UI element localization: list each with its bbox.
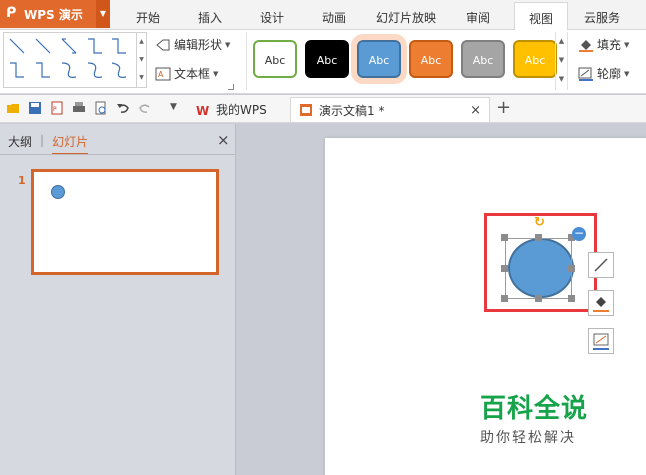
scroll-up-icon[interactable]: ▲	[556, 32, 567, 51]
slides-panel: 大纲 | 幻灯片 × 1	[0, 124, 236, 475]
shape-style-3[interactable]: Abc	[351, 34, 407, 84]
pen-outline-icon	[578, 67, 594, 81]
app-menu-button[interactable]: ᑭ WPS 演示 ▼	[0, 0, 110, 28]
menu-review[interactable]: 审阅	[466, 9, 490, 26]
text-box-label: 文本框	[174, 67, 211, 81]
scroll-down-icon[interactable]: ▼	[137, 51, 146, 69]
gallery-expand-icon[interactable]: ▼	[137, 69, 146, 87]
fill-button[interactable]: 填充 ▼	[578, 36, 629, 53]
chevron-down-icon: ▼	[624, 40, 630, 49]
chevron-down-icon: ▼	[225, 40, 231, 49]
menu-start[interactable]: 开始	[136, 9, 160, 26]
shape-style-1[interactable]: Abc	[253, 40, 297, 78]
shape-style-4[interactable]: Abc	[409, 40, 453, 78]
redo-icon[interactable]	[138, 101, 152, 115]
close-panel-icon[interactable]: ×	[217, 131, 230, 149]
shape-edit-tool-button[interactable]	[588, 252, 614, 278]
text-box-icon: A	[155, 67, 171, 81]
edit-shape-button[interactable]: 编辑形状 ▼	[155, 36, 230, 53]
shape-outline-tool-button[interactable]	[588, 328, 614, 354]
panel-tab-separator: |	[40, 133, 45, 147]
save-icon[interactable]	[28, 101, 42, 115]
fill-label: 填充	[597, 38, 622, 52]
connector-shapes-icon	[9, 38, 127, 78]
watermark-subtitle: 助你轻松解决	[480, 430, 576, 446]
paint-bucket-icon	[578, 38, 594, 52]
svg-text:A: A	[158, 70, 164, 79]
wps-w-icon: W	[196, 104, 209, 116]
menu-cloud[interactable]: 云服务	[584, 9, 620, 26]
scroll-down-icon[interactable]: ▼	[556, 51, 567, 70]
chevron-down-icon: ▼	[213, 69, 219, 78]
shape-style-6[interactable]: Abc	[513, 40, 557, 78]
text-box-button[interactable]: A 文本框 ▼	[155, 65, 218, 82]
app-menu-dropdown-icon[interactable]: ▼	[96, 0, 110, 28]
connector-shapes-gallery[interactable]: ▲ ▼ ▼	[3, 32, 147, 88]
svg-text:W: W	[196, 104, 209, 116]
divider	[0, 154, 235, 155]
slide-thumbnail[interactable]	[31, 169, 219, 275]
app-name: WPS 演示	[24, 8, 83, 22]
edit-shape-icon	[155, 38, 171, 52]
watermark: 百科全说 助你轻松解决	[480, 388, 610, 447]
menu-insert[interactable]: 插入	[198, 9, 222, 26]
collapse-toolbar-icon[interactable]: −	[572, 227, 586, 241]
menu-view[interactable]: 视图	[514, 2, 569, 30]
print-preview-icon[interactable]	[94, 101, 108, 115]
menu-bar: ᑭ WPS 演示 ▼ 开始 插入 设计 动画 幻灯片放映 审阅 视图 云服务	[0, 0, 646, 30]
tab-slides[interactable]: 幻灯片	[52, 133, 89, 155]
export-pdf-icon[interactable]: P	[50, 101, 64, 115]
svg-text:P: P	[53, 106, 57, 113]
print-icon[interactable]	[72, 101, 86, 115]
close-tab-icon[interactable]: ×	[470, 103, 481, 118]
chevron-down-icon: ▼	[624, 69, 630, 78]
gallery-scrollbar[interactable]: ▲ ▼ ▼	[136, 33, 146, 87]
slide-number: 1	[18, 174, 26, 187]
dialog-launcher-icon[interactable]	[228, 84, 234, 90]
shape-style-5[interactable]: Abc	[461, 40, 505, 78]
watermark-title: 百科全说	[480, 394, 589, 424]
pencil-icon	[594, 258, 608, 272]
gallery-expand-icon[interactable]: ▼	[556, 70, 567, 89]
edit-shape-label: 编辑形状	[174, 38, 223, 52]
outline-label: 轮廓	[597, 67, 622, 81]
ribbon: ▲ ▼ ▼ 编辑形状 ▼ A 文本框 ▼ Abc Abc Abc Abc Abc…	[0, 30, 646, 94]
tab-presentation1[interactable]: 演示文稿1 * ×	[290, 97, 490, 122]
styles-scrollbar[interactable]: ▲ ▼ ▼	[555, 32, 567, 90]
tab-mywps-label: 我的WPS	[216, 103, 267, 117]
shape-styles-gallery: Abc Abc Abc Abc Abc Abc ▲ ▼ ▼	[246, 32, 568, 90]
tab-mywps[interactable]: W 我的WPS	[188, 97, 275, 122]
presentation-file-icon	[300, 104, 312, 116]
paint-bucket-icon	[593, 297, 609, 312]
new-tab-icon[interactable]: +	[496, 97, 511, 118]
tab-outline[interactable]: 大纲	[8, 133, 32, 155]
shape-fill-tool-button[interactable]	[588, 290, 614, 316]
quick-access-dropdown-icon[interactable]: ▼	[170, 102, 177, 112]
scroll-up-icon[interactable]: ▲	[137, 33, 146, 51]
shape-style-2[interactable]: Abc	[305, 40, 349, 78]
outline-pen-icon	[593, 333, 609, 350]
wps-logo-icon: ᑭ	[6, 5, 17, 21]
quick-access-bar: P ▼ W 我的WPS 演示文稿1 * × +	[0, 95, 646, 123]
thumbnail-ellipse-shape	[51, 185, 65, 199]
tab-presentation1-label: 演示文稿1 *	[319, 103, 385, 118]
outline-button[interactable]: 轮廓 ▼	[578, 65, 629, 82]
menu-animation[interactable]: 动画	[322, 9, 346, 26]
menu-design[interactable]: 设计	[260, 9, 284, 26]
undo-icon[interactable]	[116, 101, 130, 115]
panel-tabs: 大纲 | 幻灯片	[8, 133, 89, 155]
menu-slideshow[interactable]: 幻灯片放映	[376, 9, 436, 26]
open-folder-icon[interactable]	[6, 101, 20, 115]
